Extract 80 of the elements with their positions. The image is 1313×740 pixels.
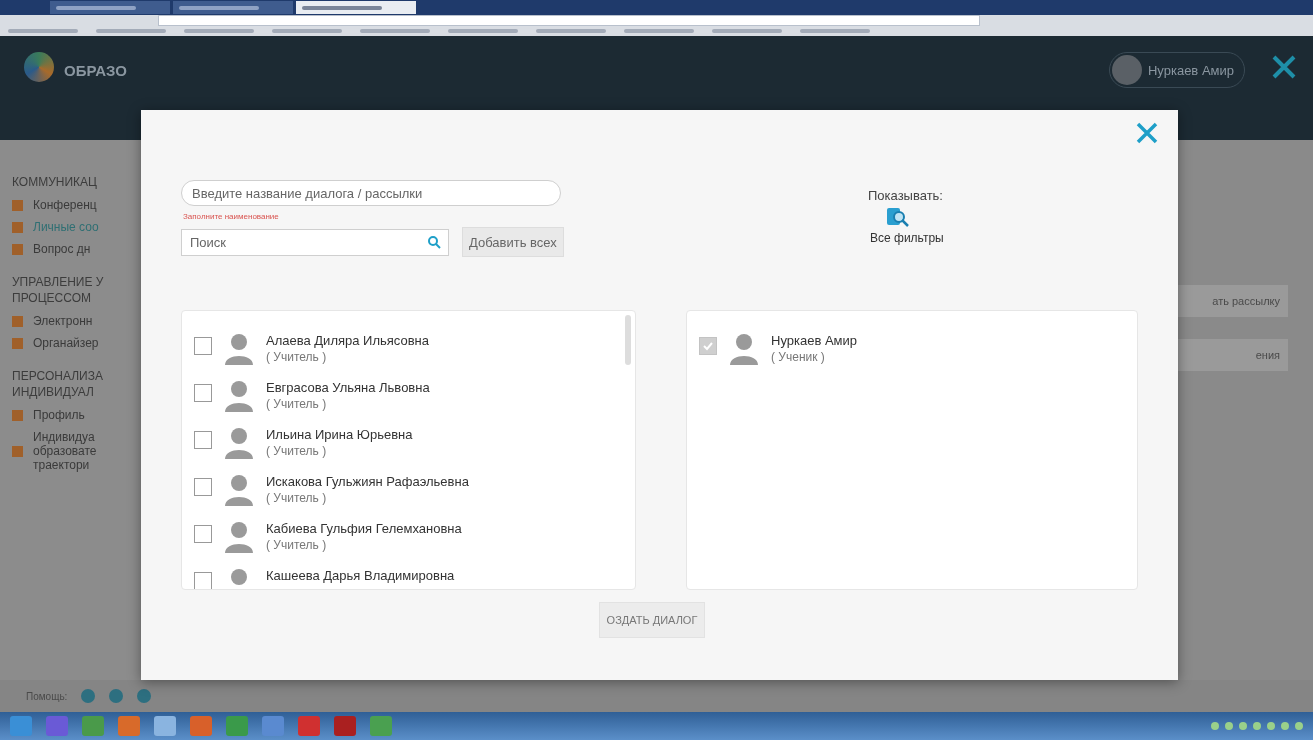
browser-tab[interactable] bbox=[50, 1, 170, 14]
checkbox[interactable] bbox=[194, 431, 212, 449]
contact-name: Алаева Диляра Ильясовна bbox=[266, 333, 429, 348]
browser-tab[interactable] bbox=[173, 1, 293, 14]
contact-name: Евграсова Ульяна Львовна bbox=[266, 380, 430, 395]
checkbox[interactable] bbox=[194, 525, 212, 543]
sidebar-item[interactable]: Конференц bbox=[12, 198, 141, 212]
taskbar-icon[interactable] bbox=[154, 716, 176, 736]
search-field[interactable]: Поиск bbox=[181, 228, 449, 256]
avatar-icon bbox=[222, 331, 256, 365]
sidebar-item[interactable]: Вопрос дн bbox=[12, 242, 141, 256]
bookmark-item[interactable] bbox=[272, 29, 342, 34]
taskbar-icon[interactable] bbox=[82, 716, 104, 736]
all-filters-button[interactable]: Все фильтры bbox=[870, 231, 944, 245]
contact-name: Ильина Ирина Юрьевна bbox=[266, 427, 413, 442]
bookmark-item[interactable] bbox=[712, 29, 782, 34]
avatar-icon bbox=[1111, 55, 1142, 85]
bookmark-item[interactable] bbox=[184, 29, 254, 34]
address-bar[interactable] bbox=[158, 14, 980, 26]
taskbar-icon[interactable] bbox=[298, 716, 320, 736]
taskbar-icon[interactable] bbox=[46, 716, 68, 736]
bookmark-item[interactable] bbox=[448, 29, 518, 34]
taskbar-icon[interactable] bbox=[262, 716, 284, 736]
search-icon[interactable] bbox=[427, 234, 441, 249]
avatar-icon bbox=[222, 378, 256, 412]
close-button[interactable] bbox=[1134, 120, 1160, 146]
section-title: КОММУНИКАЦ bbox=[12, 174, 98, 190]
filter-label: Показывать: bbox=[868, 188, 943, 203]
section-title: ПЕРСОНАЛИЗА ИНДИВИДУАЛ bbox=[12, 368, 104, 400]
help-icon[interactable] bbox=[137, 689, 152, 703]
taskbar-icon[interactable] bbox=[118, 716, 140, 736]
sidebar-item[interactable]: Индивидуа образовате траектори bbox=[12, 430, 141, 472]
checkbox[interactable] bbox=[194, 478, 212, 496]
avatar-icon bbox=[222, 472, 256, 506]
taskbar-icon[interactable] bbox=[370, 716, 392, 736]
bookmark-item[interactable] bbox=[8, 29, 78, 34]
browser-tab[interactable] bbox=[296, 1, 416, 14]
contact-role: ( Учитель ) bbox=[266, 397, 328, 411]
contact-role: ( Учитель ) bbox=[266, 350, 328, 364]
taskbar-icon[interactable] bbox=[226, 716, 248, 736]
scrollbar[interactable] bbox=[625, 315, 631, 365]
checkbox[interactable] bbox=[194, 337, 212, 355]
create-dialog-button[interactable]: ОЗДАТЬ ДИАЛОГ bbox=[598, 602, 706, 638]
checkbox[interactable] bbox=[194, 384, 212, 402]
dialog-name-field[interactable]: Введите название диалога / рассылки bbox=[181, 180, 561, 206]
avatar-icon bbox=[222, 425, 256, 459]
sidebar-item[interactable]: Электронн bbox=[12, 314, 141, 328]
filter-icon[interactable] bbox=[886, 205, 910, 229]
section-title: УПРАВЛЕНИЕ У ПРОЦЕССОМ bbox=[12, 274, 105, 306]
bookmark-item[interactable] bbox=[800, 29, 870, 34]
bookmark-item[interactable] bbox=[536, 29, 606, 34]
bookmark-item[interactable] bbox=[624, 29, 694, 34]
bookmark-item[interactable] bbox=[96, 29, 166, 34]
logo-icon bbox=[24, 52, 54, 82]
contact-name: Искакова Гульжиян Рафаэльевна bbox=[266, 474, 469, 489]
add-all-button[interactable]: Добавить всех bbox=[462, 227, 564, 257]
logo-text: ОБРАЗО bbox=[64, 62, 127, 79]
help-label: Помощь: bbox=[26, 690, 68, 702]
sidebar-item[interactable]: Органайзер bbox=[12, 336, 141, 350]
contact-name: Нуркаев Амир bbox=[771, 333, 858, 348]
taskbar-icon[interactable] bbox=[10, 716, 32, 736]
action-button[interactable]: ать рассылку bbox=[1178, 285, 1288, 317]
contact-name: Кабиева Гульфия Гелемхановна bbox=[266, 521, 462, 536]
contact-role: ( Учитель ) bbox=[266, 538, 328, 552]
help-icon[interactable] bbox=[81, 689, 96, 703]
checkbox[interactable] bbox=[194, 572, 212, 589]
checkmark-icon bbox=[702, 340, 714, 352]
help-icon[interactable] bbox=[109, 689, 124, 703]
taskbar-icon[interactable] bbox=[190, 716, 212, 736]
contact-role: ( Учитель ) bbox=[266, 444, 328, 458]
contact-name: Кашеева Дарья Владимировна bbox=[266, 568, 455, 583]
contact-role: ( Ученик ) bbox=[771, 350, 826, 364]
contact-role: ( Учитель ) bbox=[266, 491, 328, 505]
avatar-icon bbox=[222, 519, 256, 553]
sidebar-item[interactable]: Профиль bbox=[12, 408, 141, 422]
taskbar-icon[interactable] bbox=[334, 716, 356, 736]
validation-hint: Заполните наименование bbox=[182, 212, 280, 221]
action-button[interactable]: ения bbox=[1178, 339, 1288, 371]
avatar-icon bbox=[727, 331, 761, 365]
bookmark-item[interactable] bbox=[360, 29, 430, 34]
